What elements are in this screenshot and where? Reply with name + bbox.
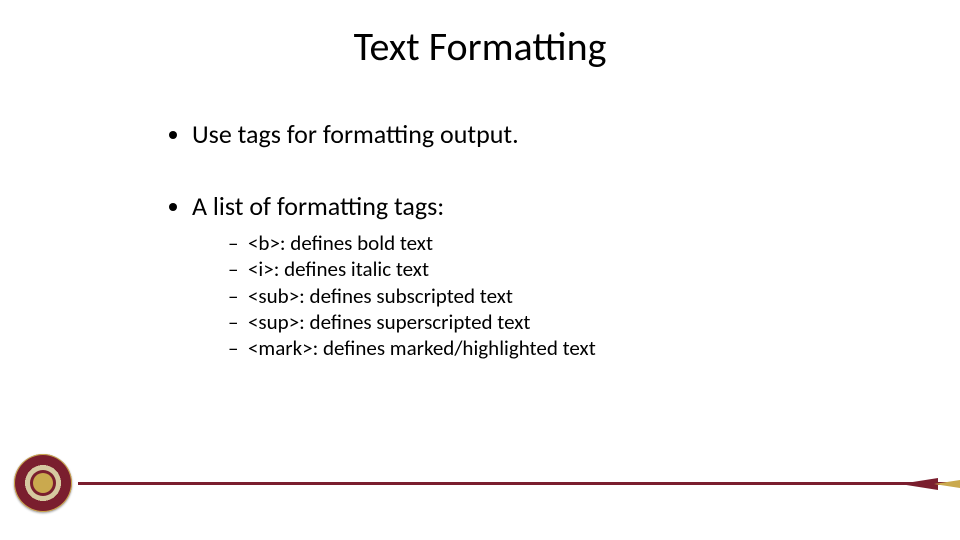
slide-content: Use tags for formatting output. A list o…	[170, 118, 880, 401]
sub-bullet-item: <b>: defines bold text	[228, 230, 880, 256]
bullet-item: Use tags for formatting output.	[192, 118, 880, 150]
sub-bullet-item: <sup>: defines superscripted text	[228, 309, 880, 335]
slide: Text Formatting Use tags for formatting …	[0, 0, 960, 540]
sub-bullet-item: <i>: defines italic text	[228, 256, 880, 282]
university-seal-icon	[14, 454, 72, 512]
bullet-item: A list of formatting tags: <b>: defines …	[192, 190, 880, 361]
sub-bullet-list: <b>: defines bold text <i>: defines ital…	[192, 230, 880, 361]
sub-bullet-item: <sub>: defines subscripted text	[228, 283, 880, 309]
spear-icon	[900, 476, 960, 492]
slide-footer	[0, 454, 960, 514]
bullet-list: Use tags for formatting output. A list o…	[170, 118, 880, 361]
slide-title: Text Formatting	[0, 22, 960, 71]
bullet-text: A list of formatting tags:	[192, 190, 444, 222]
sub-bullet-item: <mark>: defines marked/highlighted text	[228, 335, 880, 361]
divider-line	[78, 482, 960, 485]
